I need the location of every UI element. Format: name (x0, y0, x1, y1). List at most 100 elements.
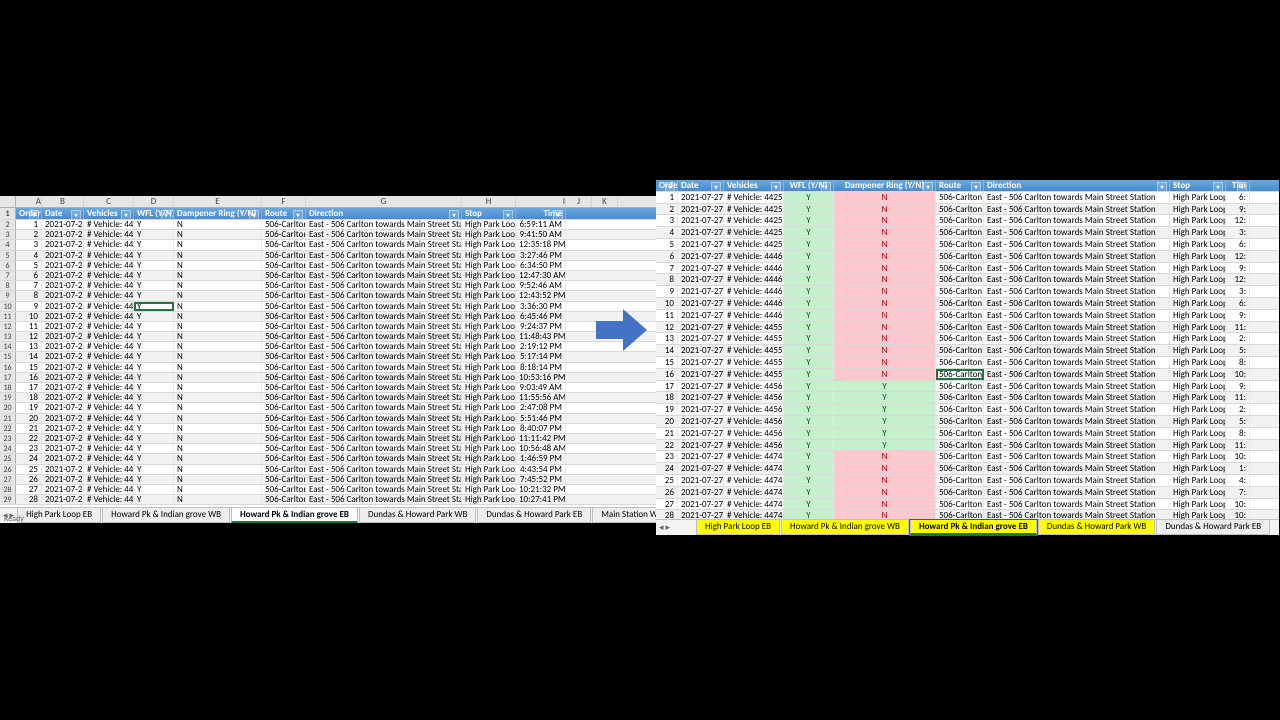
cell-date[interactable]: 2021-07-27 (678, 333, 724, 344)
cell-wfl[interactable]: Y (134, 302, 174, 311)
cell-dampener[interactable]: N (174, 475, 262, 484)
cell-time[interactable]: 11: (1226, 440, 1250, 451)
cell-stop[interactable]: High Park Loop (462, 485, 516, 494)
cell-wfl[interactable]: Y (134, 403, 174, 412)
cell-route[interactable]: 506-Carlton (936, 345, 984, 356)
table-row[interactable]: 872021-07-27# Vehicle: 4446YN506-Carlton… (0, 281, 656, 291)
cell-direction[interactable]: East - 506 Carlton towards Main Street S… (984, 286, 1170, 297)
cell-direction[interactable]: East - 506 Carlton towards Main Street S… (984, 322, 1170, 333)
cell-vehicle[interactable]: # Vehicle: 4425 (84, 240, 134, 249)
cell-route[interactable]: 506-Carlton (262, 485, 306, 494)
header-date[interactable]: Date (42, 208, 84, 219)
cell-direction[interactable]: East - 506 Carlton towards Main Street S… (306, 312, 462, 321)
cell-direction[interactable]: East - 506 Carlton towards Main Street S… (306, 302, 462, 311)
cell-wfl[interactable]: Y (784, 404, 834, 415)
cell-order[interactable]: 1 (656, 192, 678, 203)
cell-stop[interactable]: High Park Loop (1170, 192, 1226, 203)
header-time[interactable]: Tim (1226, 180, 1250, 191)
cell-time[interactable]: 9: (1226, 263, 1250, 274)
cell-direction[interactable]: East - 506 Carlton towards Main Street S… (306, 322, 462, 331)
cell-stop[interactable]: High Park Loop (1170, 274, 1226, 285)
cell-time[interactable]: 2:47:08 PM (516, 403, 566, 412)
cell-wfl[interactable]: Y (784, 333, 834, 344)
header-order[interactable]: Order (656, 180, 678, 191)
cell-dampener[interactable]: N (834, 298, 936, 309)
cell-wfl[interactable]: Y (784, 345, 834, 356)
cell-vehicle[interactable]: # Vehicle: 4446 (84, 291, 134, 300)
cell-route[interactable]: 506-Carlton (936, 369, 984, 380)
cell-vehicle[interactable]: # Vehicle: 4425 (724, 204, 784, 215)
cell-direction[interactable]: East - 506 Carlton towards Main Street S… (306, 363, 462, 372)
cell-order[interactable]: 5 (656, 239, 678, 250)
col-letter[interactable]: K (592, 196, 618, 207)
cell-order[interactable]: 18 (656, 392, 678, 403)
cell-order[interactable]: 23 (16, 444, 42, 453)
cell-vehicle[interactable]: # Vehicle: 4474 (724, 463, 784, 474)
cell-vehicle[interactable]: # Vehicle: 4446 (724, 298, 784, 309)
sheet-tab[interactable]: Dundas & Howard Park EB (1156, 520, 1270, 535)
header-wfl[interactable]: WFL (Y/N) (784, 180, 834, 191)
cell-direction[interactable]: East - 506 Carlton towards Main Street S… (306, 342, 462, 351)
cell-direction[interactable]: East - 506 Carlton towards Main Street S… (306, 393, 462, 402)
cell-dampener[interactable]: Y (834, 428, 936, 439)
col-letter[interactable]: E (174, 196, 262, 207)
cell-time[interactable]: 6:34:50 PM (516, 261, 566, 270)
table-row[interactable]: 202021-07-27# Vehicle: 4456YY506-Carlton… (656, 416, 1279, 428)
cell-stop[interactable]: High Park Loop (1170, 298, 1226, 309)
cell-route[interactable]: 506-Carlton (936, 204, 984, 215)
cell-dampener[interactable]: N (834, 227, 936, 238)
cell-direction[interactable]: East - 506 Carlton towards Main Street S… (306, 251, 462, 260)
cell-date[interactable]: 2021-07-27 (678, 487, 724, 498)
cell-time[interactable]: 10:27:41 PM (516, 495, 566, 504)
cell-order[interactable]: 11 (16, 322, 42, 331)
cell-vehicle[interactable]: # Vehicle: 4455 (84, 363, 134, 372)
cell-route[interactable]: 506-Carlton (262, 251, 306, 260)
cell-vehicle[interactable]: # Vehicle: 4456 (84, 393, 134, 402)
table-row[interactable]: 162021-07-27# Vehicle: 4455YN506-Carlton… (656, 369, 1279, 381)
cell-time[interactable]: 10:21:32 PM (516, 485, 566, 494)
cell-date[interactable]: 2021-07-27 (678, 286, 724, 297)
table-row[interactable]: 21202021-07-27# Vehicle: 4456YN506-Carlt… (0, 414, 656, 424)
cell-route[interactable]: 506-Carlton (936, 487, 984, 498)
cell-time[interactable]: 11:11:42 PM (516, 434, 566, 443)
cell-time[interactable]: 1: (1226, 463, 1250, 474)
cell-dampener[interactable]: Y (834, 440, 936, 451)
cell-wfl[interactable]: Y (784, 215, 834, 226)
cell-order[interactable]: 20 (656, 416, 678, 427)
row-number[interactable]: 25 (0, 454, 16, 463)
cell-dampener[interactable]: N (834, 239, 936, 250)
cell-stop[interactable]: High Park Loop (1170, 322, 1226, 333)
cell-order[interactable]: 28 (16, 495, 42, 504)
cell-date[interactable]: 2021-07-27 (678, 215, 724, 226)
cell-direction[interactable]: East - 506 Carlton towards Main Street S… (306, 485, 462, 494)
cell-date[interactable]: 2021-07-27 (42, 383, 84, 392)
header-stop[interactable]: Stop (1170, 180, 1226, 191)
cell-direction[interactable]: East - 506 Carlton towards Main Street S… (984, 310, 1170, 321)
cell-route[interactable]: 506-Carlton (262, 220, 306, 229)
cell-time[interactable]: 9: (1226, 204, 1250, 215)
row-number[interactable]: 29 (0, 495, 16, 504)
cell-order[interactable]: 23 (656, 451, 678, 462)
cell-direction[interactable]: East - 506 Carlton towards Main Street S… (984, 404, 1170, 415)
table-row[interactable]: 25242021-07-27# Vehicle: 4474YN506-Carlt… (0, 454, 656, 464)
cell-direction[interactable]: East - 506 Carlton towards Main Street S… (306, 281, 462, 290)
cell-direction[interactable]: East - 506 Carlton towards Main Street S… (306, 383, 462, 392)
cell-date[interactable]: 2021-07-27 (678, 357, 724, 368)
cell-route[interactable]: 506-Carlton (936, 451, 984, 462)
header-direction[interactable]: Direction (984, 180, 1170, 191)
cell-time[interactable]: 6:59:11 AM (516, 220, 566, 229)
cell-route[interactable]: 506-Carlton (262, 393, 306, 402)
cell-dampener[interactable]: Y (834, 416, 936, 427)
cell-route[interactable]: 506-Carlton (262, 454, 306, 463)
cell-vehicle[interactable]: # Vehicle: 4474 (84, 475, 134, 484)
cell-time[interactable]: 2: (1226, 404, 1250, 415)
cell-dampener[interactable]: N (174, 393, 262, 402)
table-row[interactable]: 62021-07-27# Vehicle: 4446YN506-CarltonE… (656, 251, 1279, 263)
cell-time[interactable]: 9: (1226, 310, 1250, 321)
cell-direction[interactable]: East - 506 Carlton towards Main Street S… (306, 291, 462, 300)
cell-order[interactable]: 19 (656, 404, 678, 415)
cell-wfl[interactable]: Y (784, 227, 834, 238)
table-row[interactable]: 652021-07-27# Vehicle: 4425YN506-Carlton… (0, 261, 656, 271)
table-row[interactable]: 172021-07-27# Vehicle: 4456YY506-Carlton… (656, 381, 1279, 393)
row-number[interactable]: 22 (0, 424, 16, 433)
